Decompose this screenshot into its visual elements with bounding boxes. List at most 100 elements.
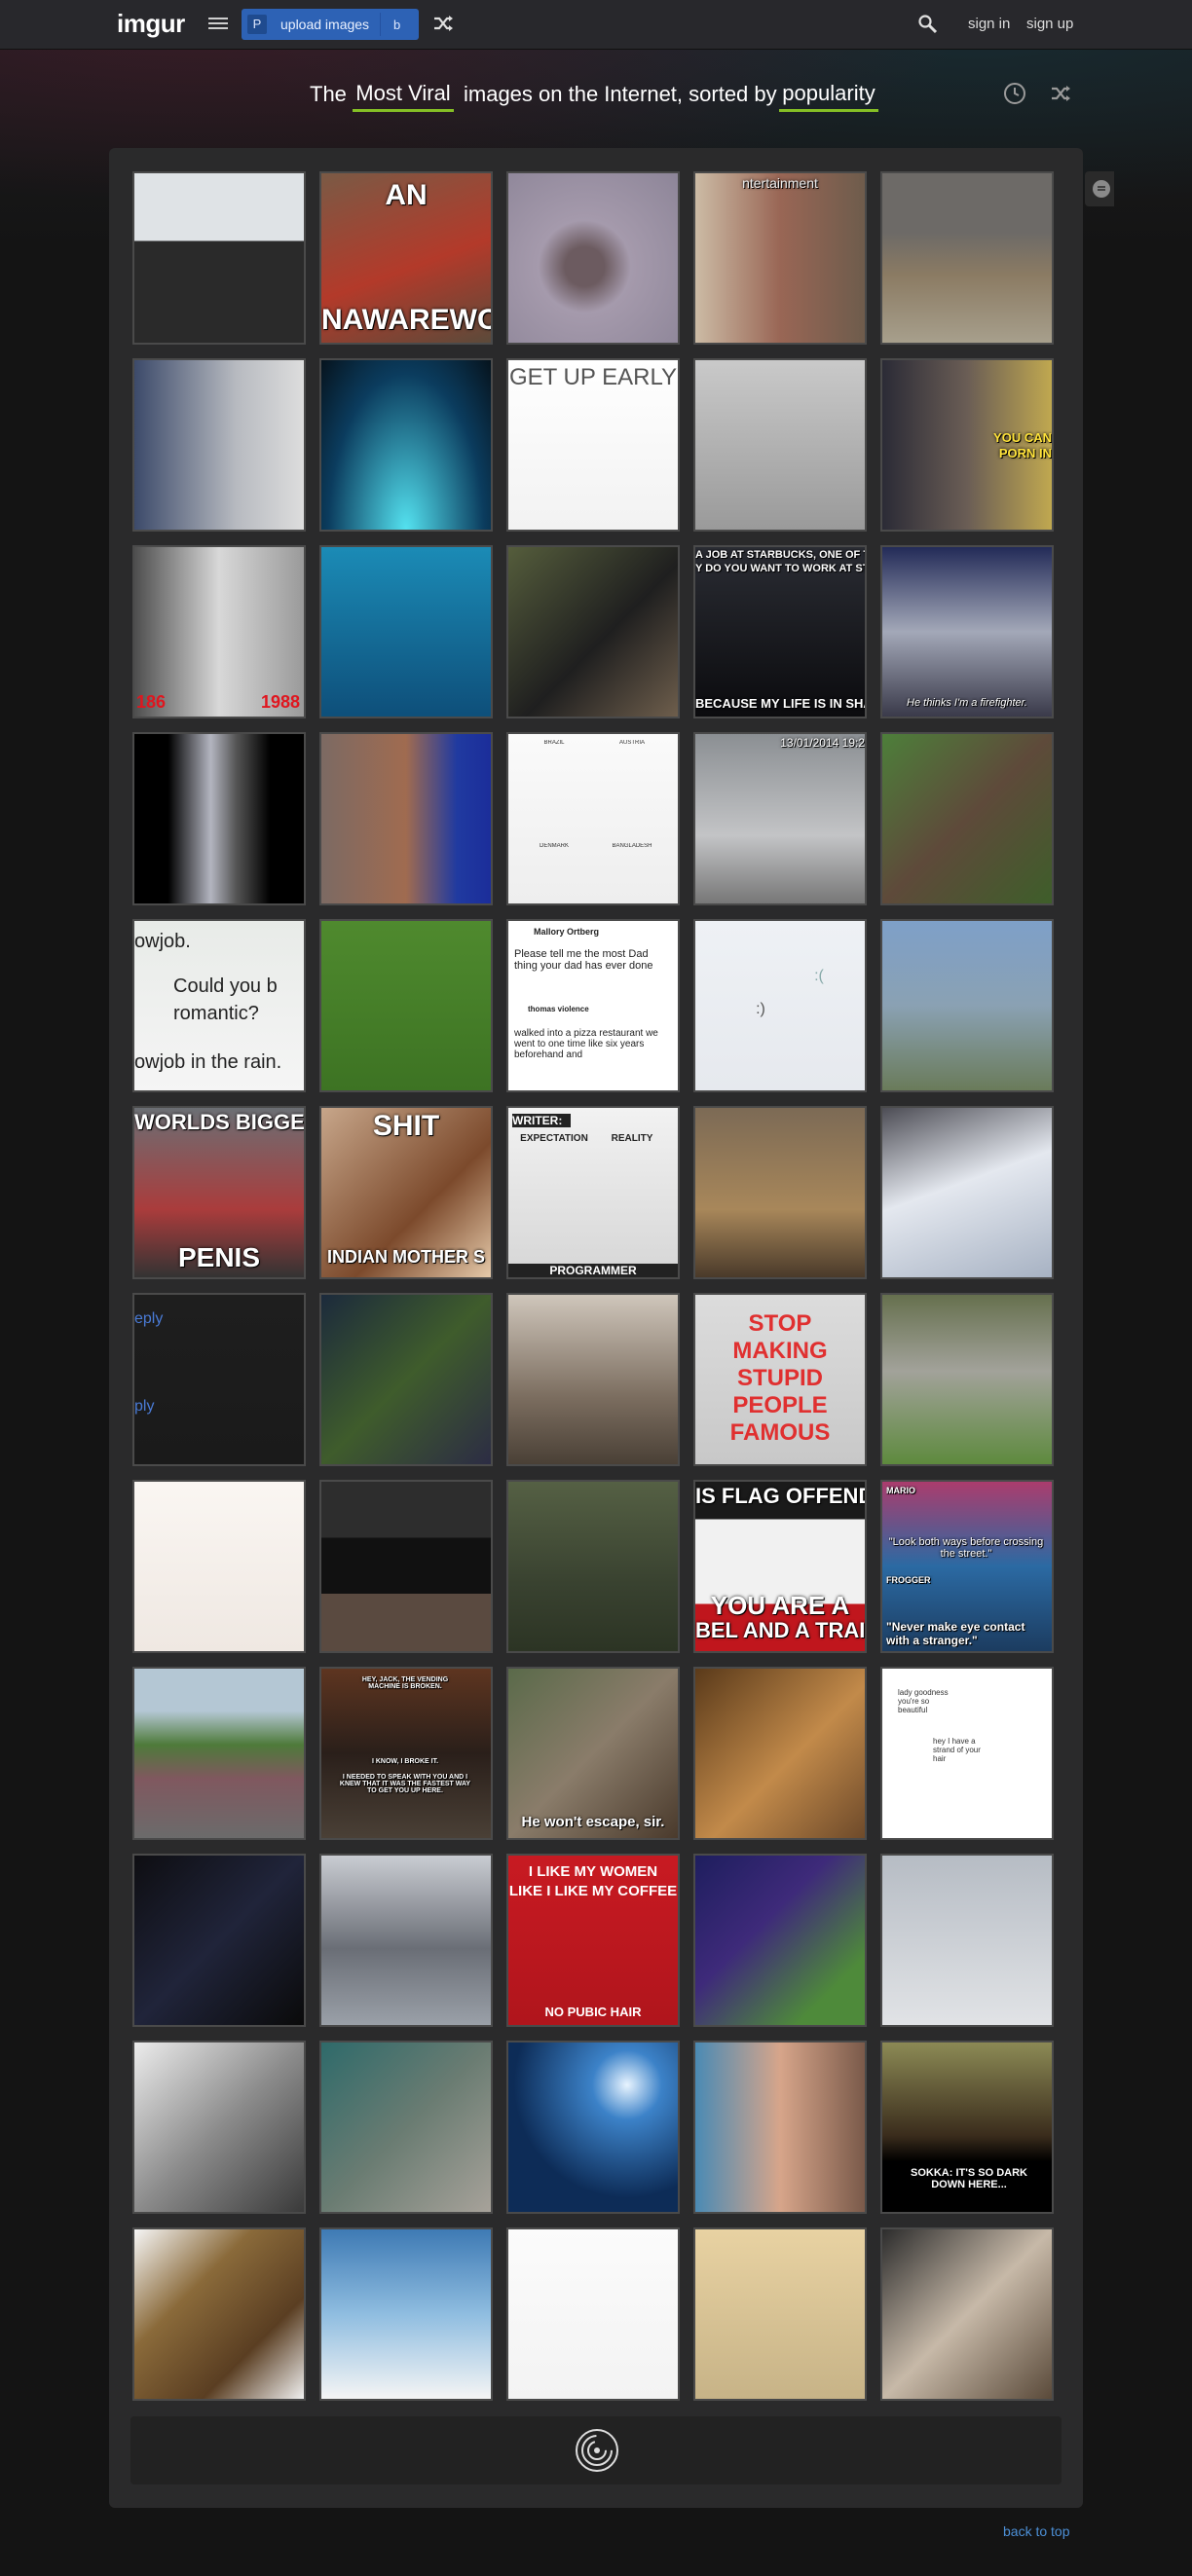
tile-caption: He thinks I'm a firefighter. [907,697,1027,709]
gallery-tile-sokka-meme[interactable]: SOKKA: IT'S SO DARK DOWN HERE... [880,2041,1054,2214]
section-selector[interactable]: Most Viral [353,78,454,112]
gallery-tile-sailboat-comic[interactable] [132,1480,306,1653]
gallery-tile-woman-suitcase[interactable] [693,358,867,532]
gallery-tile-tiger-cub[interactable] [693,1667,867,1840]
gallery-tile-kiwi-bird[interactable] [319,2041,493,2214]
gallery-tile-drawn-comic[interactable]: lady goodness you're so beautiful hey I h… [880,1667,1054,1840]
gallery-tile-sugar-glider[interactable] [132,2041,306,2214]
gallery-tile-text-message[interactable]: owjob. Could you b romantic? owjob in the r… [132,919,306,1092]
gallery-tile-satellite-city[interactable] [319,732,493,905]
gallery-tile-starbucks-meme[interactable]: A JOB AT STARBUCKS, ONE OF THE QUE Y DO Y… [693,545,867,718]
gallery-tile-lego-ship[interactable] [506,1293,680,1466]
random-icon[interactable] [1050,84,1071,103]
gallery-tile-coffee-meme[interactable]: I LIKE MY WOMEN LIKE I LIKE MY COFFEE NO P… [506,1854,680,2027]
imgur-logo[interactable]: imgur [117,9,185,39]
gallery-tile-state-police-patches[interactable] [132,171,306,345]
gallery-tile-writer-comic[interactable]: WRITER: EXPECTATION REALITY PROGRAMMER [506,1106,680,1279]
gallery-tile-stop-stupid-people[interactable]: STOP MAKING STUPID PEOPLE FAMOUS [693,1293,867,1466]
tile-caption: 13/01/2014 19:2 [780,736,865,750]
gallery-tile-diver-eel[interactable] [319,545,493,718]
gallery-tile-grass-field[interactable] [319,919,493,1092]
tile-caption: HEY, JACK, THE VENDING MACHINE IS BROKEN… [361,1676,449,1690]
gallery-tile-tv-show-scenes[interactable] [319,1480,493,1653]
gallery-tile-mario-frogger[interactable]: MARIO "Look both ways before crossing the… [880,1480,1054,1653]
tile-caption: MARIO [886,1486,915,1495]
tile-caption: Mallory Ortberg [534,927,600,937]
sign-in-link[interactable]: sign in [968,16,1010,32]
gallery-tile-stone-arch[interactable] [880,919,1054,1092]
gallery-tile-frozen-elsa[interactable] [880,1106,1054,1279]
gallery-tile-husky-dogs[interactable] [880,732,1054,905]
clock-icon[interactable] [1003,82,1026,105]
top-navbar: imgur P upload images b sign in sign up [0,0,1192,50]
gallery-tile-cat-dog-sleeping[interactable] [880,2227,1054,2401]
upload-shortcut: b [393,18,401,32]
gallery-tile-cartoon-character[interactable] [693,1854,867,2027]
gallery-tile-blank-page[interactable] [506,2227,680,2401]
gallery-tile-tree-roots[interactable] [132,2227,306,2401]
gallery-tile-worlds-biggest-meme[interactable]: WORLDS BIGGEST PENIS [132,1106,306,1279]
loading-bar [130,2416,1062,2484]
gallery-tile-father-son-photo[interactable]: 186 1988 [132,545,306,718]
gallery-tile-concert-video[interactable] [132,732,306,905]
comment-toggle[interactable] [1085,171,1114,206]
gallery-tile-sea-otter-underwater[interactable] [506,171,680,345]
gallery-tile-phone-screen[interactable]: :(:) [693,919,867,1092]
tile-caption: WORLDS BIGGEST [134,1110,304,1134]
gallery-tile-soldiers-movie[interactable] [506,1480,680,1653]
tile-caption: BECAUSE MY LIFE IS IN SHAME [695,696,865,711]
tile-caption: LIKE I LIKE MY COFFEE [508,1883,678,1899]
gallery-tile-lightsabers[interactable] [319,358,493,532]
tile-caption: Y DO YOU WANT TO WORK AT STARBUC [695,563,865,574]
gallery-tile-soldier-camera[interactable] [506,545,680,718]
gallery-tile-tweet-dad-thing[interactable]: Mallory Ortberg Please tell me the most D… [506,919,680,1092]
gallery-tile-night-crowd[interactable] [132,1854,306,2027]
upload-badge: P [247,15,267,34]
gallery-tile-tattoo-selfie[interactable] [693,2041,867,2214]
gallery-tile-neil-tyson-meme[interactable]: YOU CAN PORN IN [880,358,1054,532]
gallery-tile-wolf-meme[interactable]: AN NAWAREWOI [319,171,493,345]
back-to-top-link[interactable]: back to top [1003,2523,1070,2539]
upload-images-button[interactable]: P upload images b [242,9,419,40]
gallery-tile-reply-screenshot[interactable]: eply ply [132,1293,306,1466]
tile-caption: PENIS [177,1242,261,1272]
gallery-tile-simpsons-monitors[interactable]: He won't escape, sir. [506,1667,680,1840]
gallery-tile-get-up-early-comic[interactable]: GET UP EARLY [506,358,680,532]
gallery-tile-fight-scene[interactable] [880,1854,1054,2027]
sort-selector[interactable]: popularity [779,78,878,112]
headline-prefix: The [310,82,347,106]
tile-caption: BANGLADESH [612,843,652,849]
gallery-tile-alley-car[interactable] [319,1854,493,2027]
menu-icon[interactable] [208,15,228,34]
search-icon[interactable] [917,14,939,35]
tile-caption: REALITY [611,1133,653,1144]
gallery-tile-chris-pratt[interactable]: He thinks I'm a firefighter. [880,545,1054,718]
tile-caption: thomas violence [528,1005,589,1013]
tile-caption: SHIT [372,1110,440,1142]
gallery-tile-underwater-light[interactable] [506,2041,680,2214]
tile-caption: "Never make eye contact with a stranger.… [886,1620,1025,1647]
gallery-tile-game-screenshot[interactable] [319,1293,493,1466]
shuffle-icon[interactable] [432,14,454,33]
gallery-tile-office-vending[interactable]: HEY, JACK, THE VENDING MACHINE IS BROKEN… [319,1667,493,1840]
tile-caption: walked into a pizza restaurant we went t… [514,1028,658,1060]
gallery-tile-sidewalk-kids[interactable] [880,1293,1054,1466]
sign-up-link[interactable]: sign up [1026,16,1073,32]
tile-caption: GET UP EARLY [508,364,678,390]
gallery-tile-sky-clouds[interactable] [319,2227,493,2401]
gallery-tile-flags-comparison[interactable]: BRAZIL AUSTRIA DENMARK BANGLADESH [506,732,680,905]
gallery-tile-picnic-table[interactable] [693,1106,867,1279]
tile-caption: "Look both ways before crossing the stre… [888,1536,1044,1560]
gallery-tile-indian-mother-meme[interactable]: SHIT INDIAN MOTHER S [319,1106,493,1279]
gallery-tile-entertainment-bowling[interactable]: ntertainment [693,171,867,345]
gallery-tile-parade-street[interactable] [132,1667,306,1840]
loading-spinner-icon [576,2429,618,2472]
gallery-tile-flag-meme[interactable]: IS FLAG OFFENDS YOU ARE ABEL AND A TRAIT [693,1480,867,1653]
gallery-tile-hunter-field[interactable] [880,171,1054,345]
tile-caption: 1988 [260,692,300,712]
gallery-tile-cat-computer[interactable] [132,358,306,532]
tile-caption: BEL AND A TRAIT [695,1618,865,1642]
gallery-tile-street-timestamp[interactable]: 13/01/2014 19:2 [693,732,867,905]
tile-caption: MAKING [732,1338,828,1364]
gallery-tile-four-panel-comic[interactable] [693,2227,867,2401]
